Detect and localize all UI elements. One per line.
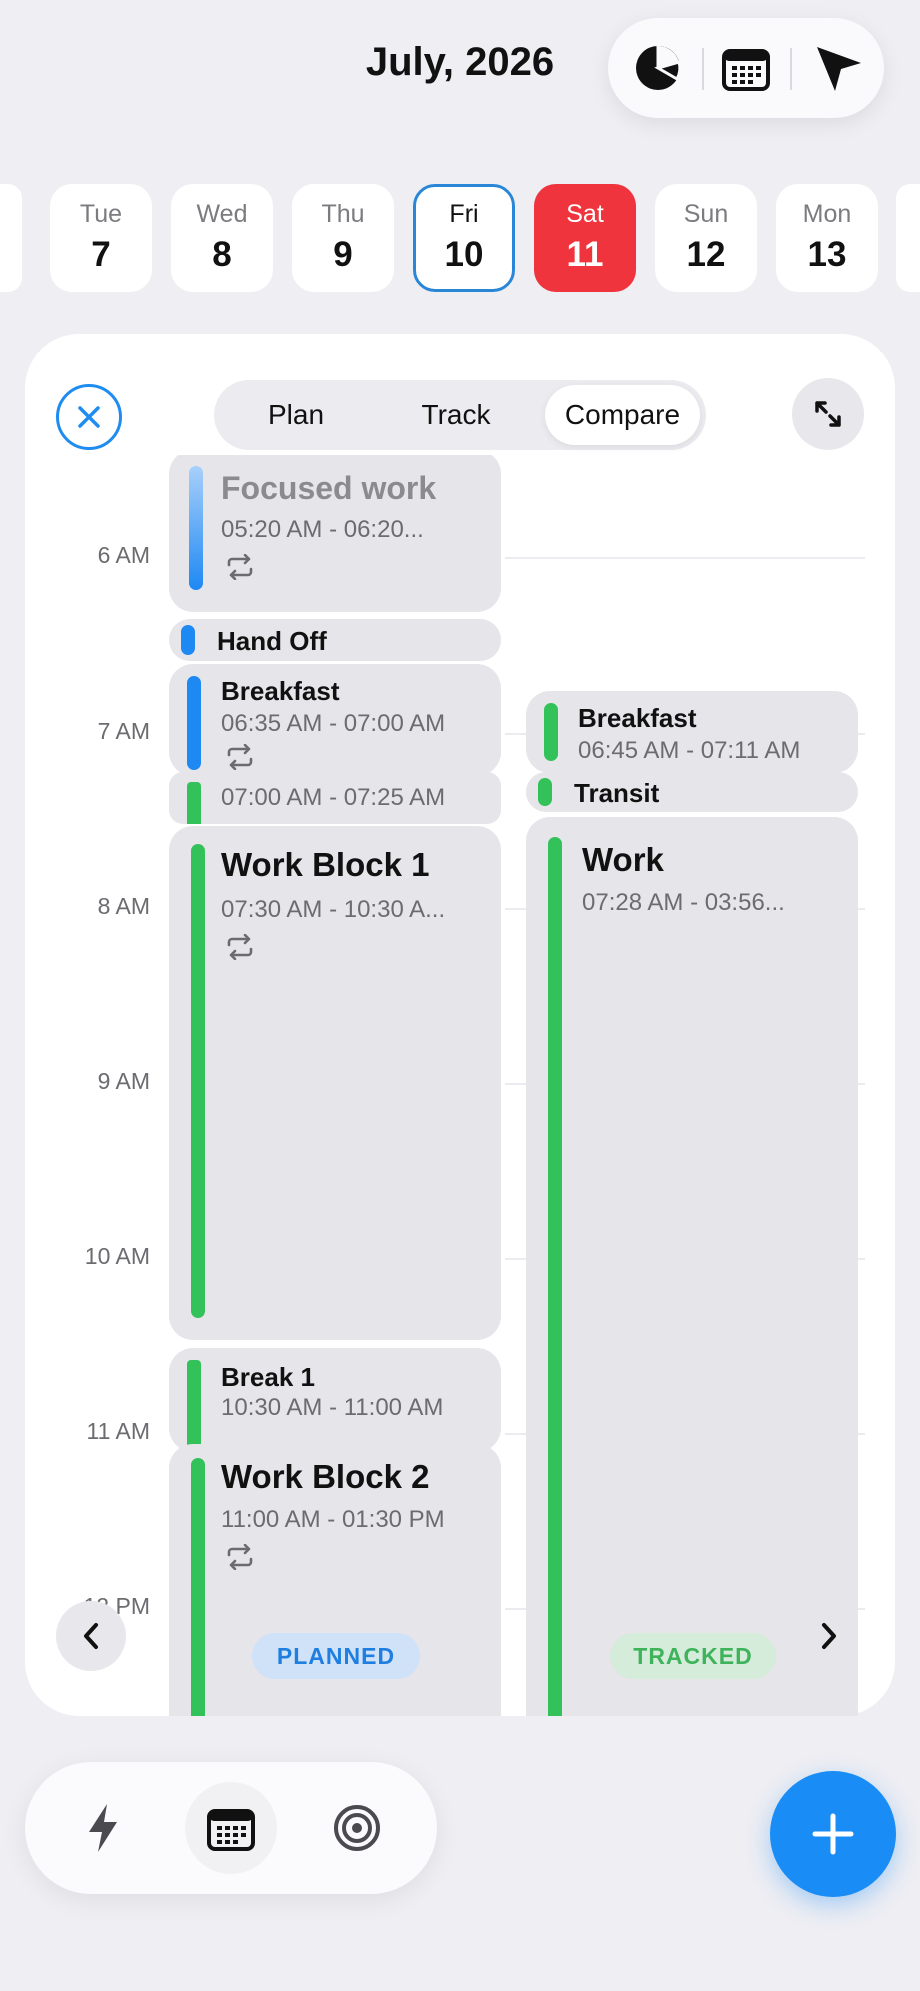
- time-label: 9 AM: [97, 1068, 150, 1094]
- event-work-tracked[interactable]: Work 07:28 AM - 03:56...: [526, 817, 858, 1716]
- tab-track[interactable]: Track: [380, 385, 532, 445]
- day-card-fri[interactable]: Fri 10: [413, 184, 515, 292]
- time-label: 7 AM: [97, 718, 150, 744]
- next-day-button[interactable]: [794, 1601, 864, 1671]
- day-card-tue[interactable]: Tue 7: [50, 184, 152, 292]
- bottom-tab-bar: [25, 1762, 437, 1894]
- tab-compare[interactable]: Compare: [545, 385, 700, 445]
- event-breakfast-planned[interactable]: Breakfast 06:35 AM - 07:00 AM: [169, 664, 501, 776]
- timeline: 6 AM 7 AM 8 AM 9 AM 10 AM 11 AM 12 PM Fo…: [25, 455, 895, 1716]
- bolt-icon: [89, 1804, 117, 1852]
- add-event-button[interactable]: [770, 1771, 896, 1897]
- day-card-thu[interactable]: Thu 9: [292, 184, 394, 292]
- tab-quick-actions[interactable]: [57, 1782, 149, 1874]
- event-work-block-1[interactable]: Work Block 1 07:30 AM - 10:30 A...: [169, 826, 501, 1340]
- expand-icon: [815, 401, 841, 427]
- time-label: 10 AM: [84, 1243, 150, 1269]
- day-card-wed[interactable]: Wed 8: [171, 184, 273, 292]
- day-strip: Tue 7 Wed 8 Thu 9 Fri 10 Sat 11 Sun 12 M…: [0, 184, 920, 294]
- day-card-sun[interactable]: Sun 12: [655, 184, 757, 292]
- repeat-icon: [227, 554, 253, 580]
- event-hand-off[interactable]: Hand Off: [169, 619, 501, 661]
- chevron-left-icon: [84, 1623, 98, 1649]
- day-card-sat[interactable]: Sat 11: [534, 184, 636, 292]
- calendar-view-button[interactable]: [706, 18, 786, 118]
- day-card-mon[interactable]: Mon 13: [776, 184, 878, 292]
- repeat-icon: [227, 934, 253, 960]
- tab-plan[interactable]: Plan: [220, 385, 372, 445]
- calendar-icon: [722, 49, 770, 91]
- calendar-icon: [207, 1809, 255, 1851]
- event-focused-work[interactable]: Focused work 05:20 AM - 06:20...: [169, 455, 501, 612]
- tab-calendar[interactable]: [185, 1782, 277, 1874]
- stats-button[interactable]: [618, 18, 698, 118]
- time-label: 11 AM: [86, 1418, 151, 1444]
- time-label: 8 AM: [97, 893, 150, 919]
- expand-button[interactable]: [792, 378, 864, 450]
- mode-segmented-control: Plan Track Compare: [214, 380, 706, 450]
- chevron-right-icon: [822, 1623, 836, 1649]
- toolbar: [608, 18, 884, 118]
- cursor-icon: [817, 47, 861, 91]
- close-button[interactable]: [56, 384, 122, 450]
- event-breakfast-tracked[interactable]: Breakfast 06:45 AM - 07:11 AM: [526, 691, 858, 773]
- close-icon: [78, 406, 100, 428]
- pie-chart-icon: [636, 46, 682, 90]
- select-mode-button[interactable]: [798, 18, 878, 118]
- planned-badge: PLANNED: [252, 1633, 420, 1679]
- time-label: 6 AM: [97, 542, 150, 568]
- event-transit-tracked[interactable]: Transit: [526, 772, 858, 812]
- tracked-badge: TRACKED: [610, 1633, 776, 1679]
- repeat-icon: [227, 1544, 253, 1570]
- previous-day-button[interactable]: [56, 1601, 126, 1671]
- day-card-partial[interactable]: [896, 184, 920, 292]
- event-transit-planned[interactable]: 07:00 AM - 07:25 AM: [169, 772, 501, 824]
- repeat-icon: [227, 744, 253, 770]
- tab-goals[interactable]: [311, 1782, 403, 1874]
- target-icon: [334, 1805, 380, 1851]
- event-break-1[interactable]: Break 1 10:30 AM - 11:00 AM: [169, 1348, 501, 1452]
- plus-icon: [812, 1813, 854, 1855]
